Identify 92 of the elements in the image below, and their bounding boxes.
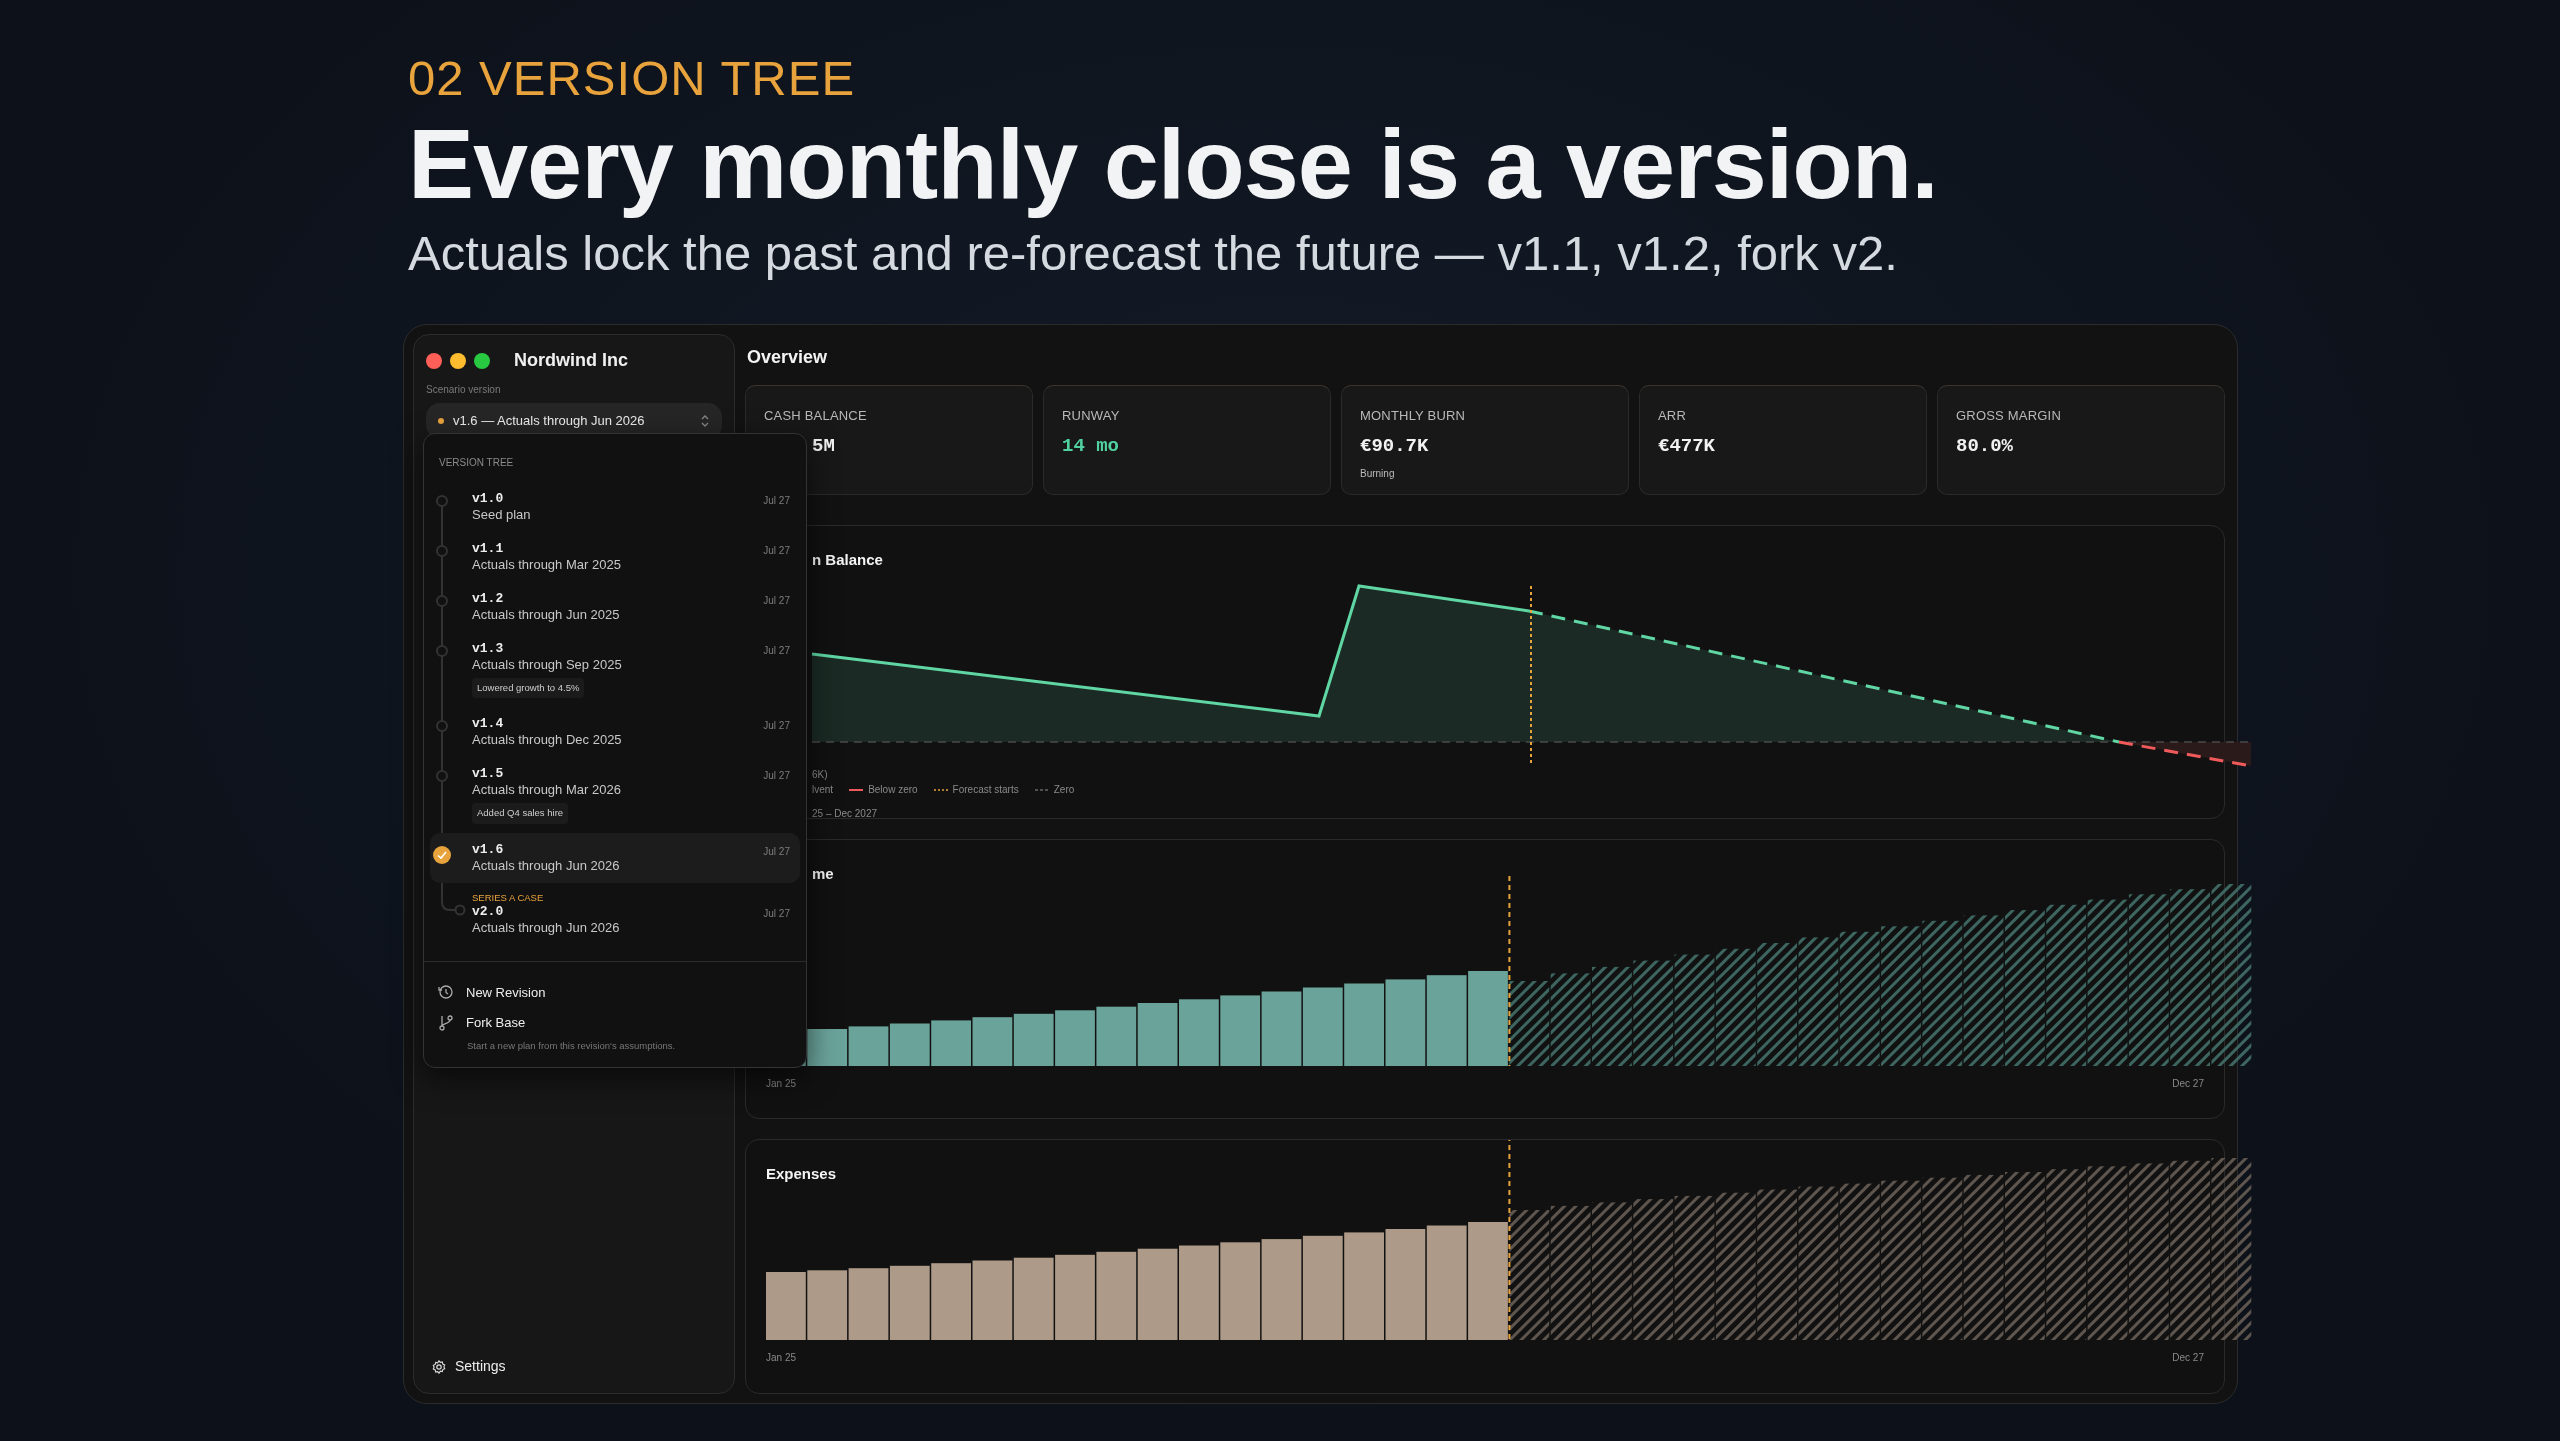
chart-title: me: [812, 863, 834, 884]
branch-tag: SERIES A CASE: [472, 891, 764, 904]
version-date: Jul 27: [763, 844, 790, 859]
kpi-label: MONTHLY BURN: [1360, 407, 1467, 425]
version-description: Actuals through Mar 2025: [472, 556, 622, 573]
version-item[interactable]: v1.4 Actuals through Dec 2025 Jul 27: [430, 707, 800, 758]
headline: Every monthly close is a version.: [408, 108, 1939, 220]
history-icon: [438, 984, 454, 1001]
bar: [1137, 1002, 1178, 1066]
window-minimize-button[interactable]: [450, 352, 466, 369]
bar: [1055, 1010, 1095, 1066]
bar: [1179, 999, 1219, 1066]
bar: [848, 1026, 889, 1066]
version-number: v1.3: [472, 641, 505, 656]
note-chip: Lowered growth to 4.5%: [472, 678, 585, 699]
kpi-note: Burning: [1360, 467, 1396, 481]
date-range: 25 – Dec 2027: [812, 807, 878, 821]
version-description: Actuals through Jun 2025: [472, 606, 621, 623]
bar: [1096, 1006, 1137, 1066]
bar: [807, 1270, 848, 1341]
hint-text: Start a new plan from this revision's assumptions.: [466, 1038, 677, 1053]
version-item[interactable]: v1.2 Actuals through Jun 2025 Jul 27: [430, 582, 800, 632]
bar: [972, 1017, 1013, 1066]
chart-title: n Balance: [812, 550, 883, 570]
bar: [931, 1020, 971, 1066]
bar: [807, 1028, 848, 1066]
legend-title: 6K): [812, 768, 828, 782]
kpi-value: 14 mo: [1062, 433, 1120, 459]
settings-button[interactable]: Settings: [426, 1352, 722, 1381]
version-description: Actuals through Sep 2025: [472, 656, 623, 673]
kpi-label: ARR: [1658, 407, 1688, 425]
version-description: Actuals through Jun 2026: [472, 856, 621, 874]
version-date: Jul 27: [763, 544, 790, 558]
kpi-value: €90.7K: [1360, 433, 1430, 459]
version-description: Seed plan: [472, 506, 532, 523]
kpi-value: 5M: [811, 433, 836, 459]
version-date: Jul 27: [763, 594, 790, 608]
version-number: v1.2: [472, 591, 505, 606]
version-item[interactable]: SERIES A CASE v2.0 Actuals through Jun 2026 Jul 27: [430, 882, 800, 945]
version-number: v1.1: [472, 541, 505, 556]
note-chip: Added Q4 sales hire: [472, 803, 569, 824]
version-date: Jul 27: [763, 719, 790, 734]
version-description: Actuals through Dec 2025: [472, 731, 623, 749]
version-number: v1.4: [472, 716, 505, 732]
version-date: Jul 27: [763, 769, 790, 784]
section-eyebrow: 02 VERSION TREE: [408, 50, 857, 107]
legend-label: Below zero: [868, 783, 918, 797]
version-description: Actuals through Mar 2026: [472, 781, 622, 799]
bar: [766, 1272, 806, 1341]
version-date: Jul 27: [763, 494, 790, 508]
check-icon: [433, 845, 451, 864]
kpi-value: 80.0%: [1956, 433, 2014, 459]
status-dot-icon: [438, 417, 444, 424]
legend-label: Zero: [1053, 783, 1075, 797]
version-item[interactable]: v1.5 Actuals through Mar 2026 Added Q4 sales hire Jul 27: [430, 757, 800, 833]
window-zoom-button[interactable]: [474, 352, 490, 369]
window-close-button[interactable]: [426, 352, 442, 369]
field-label: Scenario version: [426, 383, 502, 397]
settings-icon: [432, 1359, 446, 1374]
new-revision-button[interactable]: New Revision: [438, 976, 546, 1007]
version-item[interactable]: v1.0 Seed plan Jul 27: [430, 482, 800, 532]
page-title: Overview: [747, 346, 829, 369]
version-number: v1.5: [472, 766, 505, 782]
chart-title: Expenses: [766, 1164, 837, 1185]
version-item[interactable]: v1.3 Actuals through Sep 2025 Lowered growth to 4.5% Jul 27: [430, 632, 800, 708]
menu-heading: VERSION TREE: [438, 456, 515, 470]
branch-icon: [438, 1014, 454, 1031]
kpi-label: GROSS MARGIN: [1956, 407, 2062, 425]
version-number: v2.0: [472, 903, 505, 919]
version-number: v1.0: [472, 491, 505, 506]
bar: [889, 1023, 930, 1066]
legend-label: Forecast starts: [952, 783, 1019, 797]
kpi-label: CASH BALANCE: [764, 407, 868, 425]
version-item[interactable]: v1.6 Actuals through Jun 2026 Jul 27: [430, 832, 800, 883]
bar: [1013, 1013, 1054, 1066]
axis-label: Dec 27: [2172, 1076, 2204, 1091]
version-item[interactable]: v1.1 Actuals through Mar 2025 Jul 27: [430, 532, 800, 582]
version-date: Jul 27: [763, 644, 790, 658]
fork-button[interactable]: Fork Base: [438, 1007, 526, 1038]
legend-label: lvent: [812, 783, 834, 797]
kpi-value: €477K: [1658, 433, 1716, 459]
company-name: Nordwind Inc: [514, 349, 628, 372]
axis-label: Jan 25: [766, 1351, 797, 1366]
bar: [1220, 995, 1261, 1066]
chevron-updown-icon: [700, 413, 710, 428]
version-date: Jul 27: [763, 906, 790, 921]
version-description: Actuals through Jun 2026: [472, 918, 621, 936]
axis-label: Jan 25: [766, 1076, 797, 1091]
kpi-label: RUNWAY: [1062, 407, 1121, 425]
axis-label: Dec 27: [2172, 1351, 2204, 1366]
subtitle: Actuals lock the past and re-forecast the future — v1.1, v1.2, fork v2.: [408, 225, 1899, 282]
version-number: v1.6: [472, 841, 505, 857]
